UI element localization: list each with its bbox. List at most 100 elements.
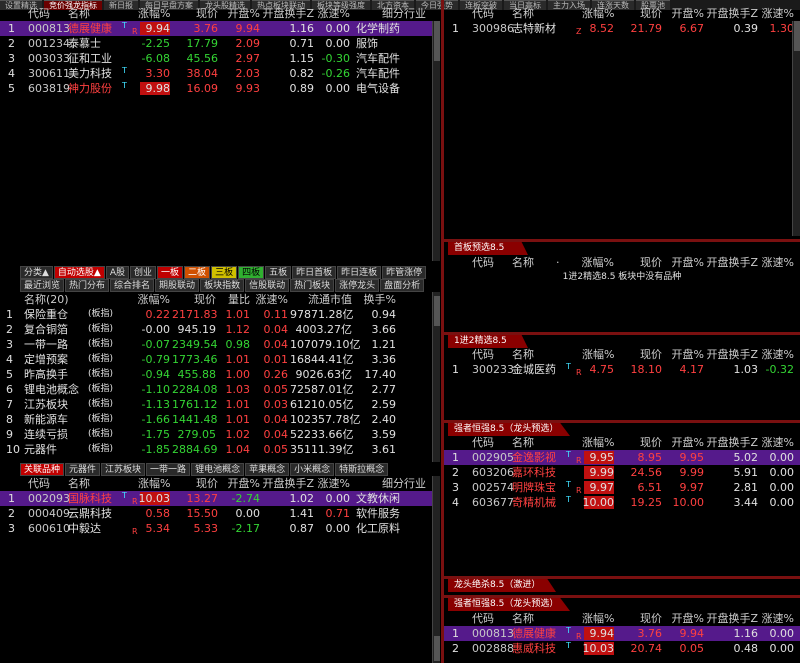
stock-row[interactable]: 2 001234 泰慕士 -2.25 17.79 2.09 0.71 0.00 服饰	[0, 36, 440, 51]
related-tab[interactable]: 特斯拉概念	[335, 463, 389, 476]
related-tab[interactable]: 关联品种	[20, 463, 65, 476]
column-header[interactable]: 涨幅%	[570, 255, 614, 270]
column-header[interactable]: 开盘%	[666, 347, 704, 362]
column-header[interactable]: 名称	[68, 6, 138, 21]
stock-row[interactable]: 3 002574 明牌珠宝 T R 9.97 6.51 9.97 2.81 0.00	[444, 480, 800, 495]
column-header[interactable]: 代码	[472, 6, 512, 21]
sector-row[interactable]: 6 锂电池概念 (板指) -1.10 2284.08 1.03 0.05 72587.01亿 2…	[0, 382, 440, 397]
column-header[interactable]: ·	[556, 255, 570, 270]
related-tab[interactable]: 一带一路	[146, 463, 191, 476]
dragon-kill-header[interactable]: 龙头绝杀8.5（激进）	[448, 579, 556, 592]
function-button[interactable]: 最近浏览	[20, 279, 65, 292]
column-header[interactable]: 开盘换手Z	[706, 6, 758, 21]
column-header[interactable]: 涨速%	[254, 292, 288, 307]
sector-row[interactable]: 7 江苏板块 (板指) -1.13 1761.12 1.01 0.03 61210.05亿 2.…	[0, 397, 440, 412]
column-header[interactable]: 涨幅%	[138, 6, 170, 21]
related-tab[interactable]: 小米概念	[290, 463, 335, 476]
column-header[interactable]: 涨速%	[760, 347, 794, 362]
column-header[interactable]: 细分行业	[356, 6, 426, 21]
column-header[interactable]: 换手%	[356, 292, 396, 307]
related-tab[interactable]: 锂电池概念	[191, 463, 245, 476]
column-header[interactable]: 名称(20)	[24, 292, 134, 307]
column-header[interactable]: 细分行业	[356, 476, 426, 491]
stock-row[interactable]: 2 603206 嘉环科技 9.99 24.56 9.99 5.91 0.00	[444, 465, 800, 480]
column-header[interactable]: 现价	[174, 6, 218, 21]
sector-scrollbar[interactable]	[432, 292, 440, 462]
column-header[interactable]: 量比	[220, 292, 250, 307]
column-header[interactable]: 代码	[472, 435, 512, 450]
column-header[interactable]: 开盘%	[222, 476, 260, 491]
column-header[interactable]: 名称	[512, 255, 552, 270]
function-button[interactable]: 热门分布	[65, 279, 110, 292]
stock-row[interactable]: 5 603819 神力股份 T 9.98 16.09 9.93 0.89 0.00 电气设备	[0, 81, 440, 96]
strong2-header[interactable]: 强者恒强8.5（龙头预选）	[448, 598, 570, 611]
filter-button[interactable]: 昨管涨停	[382, 266, 427, 279]
sector-row[interactable]: 9 连续亏损 (板指) -1.75 279.05 1.02 0.04 52233.66亿 3.5…	[0, 427, 440, 442]
stock-row[interactable]: 1 000813 德展健康 T R 9.94 3.76 9.94 1.16 0.00	[444, 626, 800, 641]
column-header[interactable]: 涨幅%	[138, 476, 170, 491]
filter-button[interactable]: 一板	[157, 266, 184, 279]
related-scrollbar[interactable]	[432, 476, 440, 663]
stock-row[interactable]: 2 002888 惠威科技 T 10.03 20.74 0.05 0.48 0.00	[444, 641, 800, 656]
function-button[interactable]: 信股联动	[245, 279, 290, 292]
column-header[interactable]: 名称	[512, 435, 582, 450]
column-header[interactable]: 现价	[174, 476, 218, 491]
related-tab[interactable]: 元器件	[65, 463, 101, 476]
sector-row[interactable]: 10 元器件 (板指) -1.85 2884.69 1.04 0.05 35111.39亿 3.…	[0, 442, 440, 457]
sector-row[interactable]: 4 定增预案 (板指) -0.79 1773.46 1.01 0.01 16844.41亿 3.…	[0, 352, 440, 367]
filter-button[interactable]: 分类▲	[20, 266, 53, 279]
column-header[interactable]: 开盘换手Z	[706, 611, 758, 626]
function-button[interactable]: 涨停龙头	[335, 279, 380, 292]
column-header[interactable]: 开盘换手Z	[262, 6, 314, 21]
filter-button[interactable]: A股	[105, 266, 130, 279]
stock-row[interactable]: 1 002093 国脉科技 T R 10.03 13.27 -2.74 1.02 0.00 文教休闲	[0, 491, 440, 506]
sector-row[interactable]: 2 复合铜箔 (板指) -0.00 945.19 1.12 0.04 4003.27亿 3.66	[0, 322, 440, 337]
column-header[interactable]: 开盘%	[666, 6, 704, 21]
column-header[interactable]: 代码	[472, 611, 512, 626]
stock-row[interactable]: 3 003033 征和工业 -6.08 45.56 2.97 1.15 -0.30 汽车配件	[0, 51, 440, 66]
column-header[interactable]: 开盘%	[666, 435, 704, 450]
column-header[interactable]: 代码	[28, 6, 68, 21]
column-header[interactable]: 开盘%	[666, 255, 704, 270]
column-header[interactable]: 名称	[68, 476, 138, 491]
filter-button[interactable]: 自动选股▲	[53, 266, 105, 279]
stock-row[interactable]: 4 603677 奇精机械 T 10.00 19.25 10.00 3.44 0.00	[444, 495, 800, 510]
column-header[interactable]: 涨速%	[760, 611, 794, 626]
column-header[interactable]: 名称	[512, 6, 582, 21]
column-header[interactable]: 涨速%	[760, 435, 794, 450]
column-header[interactable]: 现价	[618, 347, 662, 362]
column-header[interactable]: 涨速%	[760, 6, 794, 21]
column-header[interactable]: 开盘换手Z	[706, 347, 758, 362]
related-tab[interactable]: 江苏板块	[101, 463, 146, 476]
stock-row[interactable]: 2 000409 云鼎科技 0.58 15.50 0.00 1.41 0.71 软件服务	[0, 506, 440, 521]
related-tab[interactable]: 苹果概念	[245, 463, 290, 476]
function-button[interactable]: 热门板块	[290, 279, 335, 292]
stock-row[interactable]: 1 002905 金逸影视 T R 9.95 8.95 9.95 5.02 0.00	[444, 450, 800, 465]
column-header[interactable]: 现价	[172, 292, 216, 307]
column-header[interactable]: 涨速%	[316, 476, 350, 491]
sector-row[interactable]: 3 一带一路 (板指) -0.07 2349.54 0.98 0.04 107079.10亿 1…	[0, 337, 440, 352]
sector-row[interactable]: 8 新能源车 (板指) -1.66 1441.48 1.01 0.04 102357.78亿 2…	[0, 412, 440, 427]
column-header[interactable]: 开盘换手Z	[706, 255, 758, 270]
column-header[interactable]: 涨幅%	[582, 611, 614, 626]
filter-button[interactable]: 二板	[184, 266, 211, 279]
column-header[interactable]: 涨速%	[316, 6, 350, 21]
stock-row[interactable]: 3 600610 中毅达 R 5.34 5.33 -2.17 0.87 0.00 化工原料	[0, 521, 440, 536]
filter-button[interactable]: 创业	[130, 266, 157, 279]
column-header[interactable]: 名称	[512, 347, 582, 362]
column-header[interactable]: 代码	[28, 476, 68, 491]
column-header[interactable]: 开盘换手Z	[706, 435, 758, 450]
column-header[interactable]: 涨速%	[760, 255, 794, 270]
function-button[interactable]: 板块指数	[200, 279, 245, 292]
column-header[interactable]: 涨幅%	[134, 292, 170, 307]
filter-button[interactable]: 昨日连板	[337, 266, 382, 279]
column-header[interactable]: 现价	[618, 6, 662, 21]
column-header[interactable]: 名称	[512, 611, 582, 626]
sector-row[interactable]: 1 保险重仓 (板指) 0.22 2171.83 1.01 0.11 97871.28亿 0.9…	[0, 307, 440, 322]
column-header[interactable]: 开盘%	[222, 6, 260, 21]
filter-button[interactable]: 昨日首板	[292, 266, 337, 279]
stock-row[interactable]: 1 000813 德展健康 T R 9.94 3.76 9.94 1.16 0.00 化学制药	[0, 21, 440, 36]
column-header[interactable]: 代码	[472, 347, 512, 362]
stock-row[interactable]: 1 300986 志特新材 Z 8.52 21.79 6.67 0.39 1.30	[444, 21, 800, 36]
filter-button[interactable]: 五板	[265, 266, 292, 279]
